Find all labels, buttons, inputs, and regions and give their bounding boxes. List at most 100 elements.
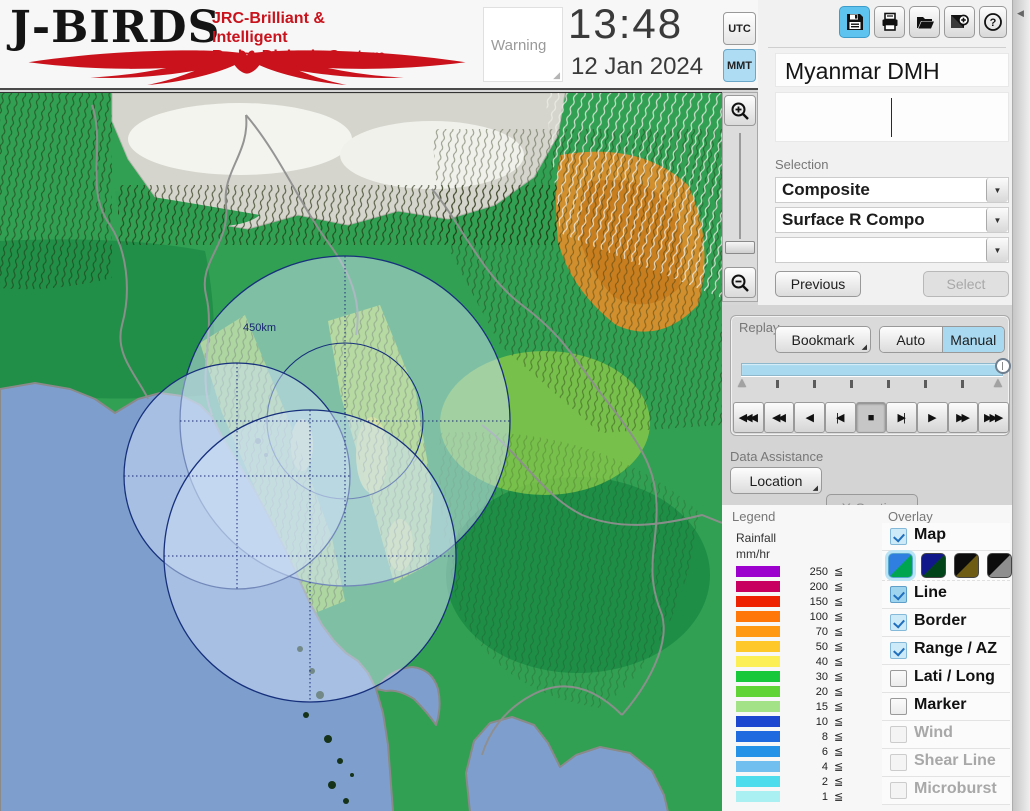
legend-swatch	[736, 746, 780, 757]
legend-value: 100	[809, 611, 828, 623]
legend-value: 150	[809, 596, 828, 608]
overlay-item-wind: Wind	[882, 721, 1010, 749]
select-button[interactable]: Select	[923, 271, 1009, 297]
replay-mode-toggle: Auto Manual	[879, 326, 1005, 353]
legend-swatch	[736, 731, 780, 742]
map-style-black-gray[interactable]	[987, 553, 1012, 578]
legend-swatch	[736, 791, 780, 802]
resize-grip-icon: ◢	[553, 70, 560, 80]
overlay-item-range-az: Range / AZ	[882, 637, 1010, 665]
legend-suffix: ≦	[834, 716, 844, 728]
replay-slider-handle[interactable]	[995, 358, 1011, 374]
panel-separator	[768, 47, 1006, 48]
rewind-fast-button[interactable]: ◀◀◀	[733, 402, 764, 433]
map-area[interactable]: 450km	[0, 92, 723, 811]
legend-value: 1	[821, 791, 828, 803]
slider-tick	[887, 380, 890, 388]
zoom-slider-track[interactable]	[739, 133, 741, 239]
product-type-dropdown[interactable]: Composite ▼	[775, 177, 1009, 203]
legend-swatch	[736, 626, 780, 637]
chevron-down-icon[interactable]: ▼	[986, 208, 1008, 232]
replay-slider-track[interactable]	[741, 363, 1003, 376]
legend-value: 6	[821, 746, 828, 758]
checkbox-line[interactable]	[890, 586, 907, 603]
map-style-blue-green[interactable]	[888, 553, 913, 578]
legend-swatch	[736, 701, 780, 712]
product-type-value: Composite	[782, 180, 870, 199]
status-divider	[891, 98, 892, 137]
panel-collapse-strip[interactable]: ◀	[1012, 0, 1030, 811]
svg-text:?: ?	[990, 17, 997, 29]
overlay-label: Border	[914, 612, 967, 629]
previous-button[interactable]: Previous	[775, 271, 861, 297]
overlay-label: Shear Line	[914, 752, 996, 769]
checkbox-range-az[interactable]	[890, 642, 907, 659]
overlay-section-label: Overlay	[888, 509, 933, 524]
checkbox-wind	[890, 726, 907, 743]
zoom-slider-handle[interactable]	[725, 241, 755, 254]
auto-mode-button[interactable]: Auto	[880, 327, 942, 352]
legend-row: 250 ≦	[736, 565, 876, 580]
manual-mode-button[interactable]: Manual	[941, 327, 1004, 352]
help-button[interactable]: ?	[979, 6, 1007, 38]
add-image-button[interactable]	[944, 6, 975, 38]
legend-value: 2	[821, 776, 828, 788]
legend-swatch	[736, 596, 780, 607]
range-end-marker[interactable]: ▲	[991, 374, 1005, 390]
legend-value: 8	[821, 731, 828, 743]
print-button[interactable]	[874, 6, 905, 38]
utc-button[interactable]: UTC	[723, 12, 756, 45]
slider-tick	[961, 380, 964, 388]
legend-row: 15 ≦	[736, 700, 876, 715]
slider-tick	[776, 380, 779, 388]
chevron-down-icon[interactable]: ▼	[986, 178, 1008, 202]
legend-suffix: ≦	[834, 656, 844, 668]
legend-suffix: ≦	[834, 581, 844, 593]
warning-label: Warning	[491, 37, 547, 54]
location-button[interactable]: Location	[730, 467, 822, 494]
forward-button[interactable]: ▶▶	[947, 402, 979, 433]
legend-swatch	[736, 776, 780, 787]
bookmark-button[interactable]: Bookmark	[775, 326, 871, 353]
legend-value: 30	[815, 671, 828, 683]
overlay-label: Line	[914, 584, 947, 601]
save-button[interactable]	[839, 6, 870, 38]
logo-subtitle-line1: JRC-Brilliant & Intelligent	[212, 10, 325, 46]
product-name-dropdown[interactable]: Surface R Compo ▼	[775, 207, 1009, 233]
legend-suffix: ≦	[834, 791, 844, 803]
map-style-black-olive[interactable]	[954, 553, 979, 578]
checkbox-map[interactable]	[890, 528, 907, 545]
product-option-dropdown[interactable]: ▼	[775, 237, 1009, 263]
map-canvas[interactable]: 450km	[0, 92, 723, 811]
zoom-in-button[interactable]	[724, 95, 756, 126]
legend-parameter-label: Rainfall	[736, 531, 777, 545]
stop-button[interactable]: ■	[855, 402, 887, 433]
control-panel-top: ? Myanmar DMH Selection Composite ▼ Surf…	[758, 0, 1012, 305]
legend-suffix: ≦	[834, 671, 844, 683]
play-button[interactable]: ▶	[917, 402, 948, 433]
range-start-marker[interactable]: ▲	[735, 374, 749, 390]
map-style-navy-darkgreen[interactable]	[921, 553, 946, 578]
chevron-down-icon[interactable]: ▼	[986, 238, 1008, 262]
checkbox-border[interactable]	[890, 614, 907, 631]
rewind-button[interactable]: ◀◀	[763, 402, 795, 433]
legend-row: 70 ≦	[736, 625, 876, 640]
checkbox-lati-long[interactable]	[890, 670, 907, 687]
checkbox-marker[interactable]	[890, 698, 907, 715]
warning-panel[interactable]: Warning ◢	[483, 7, 563, 82]
mmt-button[interactable]: MMT	[723, 49, 756, 82]
map-zoom-control	[722, 92, 758, 302]
zoom-out-button[interactable]	[724, 267, 756, 298]
overlay-item-shear-line: Shear Line	[882, 749, 1010, 777]
data-assistance-section-label: Data Assistance	[730, 449, 824, 464]
play-reverse-button[interactable]: ◀	[794, 402, 826, 433]
legend-row: 8 ≦	[736, 730, 876, 745]
step-forward-button[interactable]: ▶|	[886, 402, 918, 433]
overlay-item-border: Border	[882, 609, 1010, 637]
open-folder-button[interactable]	[909, 6, 940, 38]
legend-value: 10	[815, 716, 828, 728]
legend-suffix: ≦	[834, 701, 844, 713]
forward-fast-button[interactable]: ▶▶▶	[978, 402, 1010, 433]
legend-value: 15	[815, 701, 828, 713]
step-back-button[interactable]: |◀	[825, 402, 856, 433]
